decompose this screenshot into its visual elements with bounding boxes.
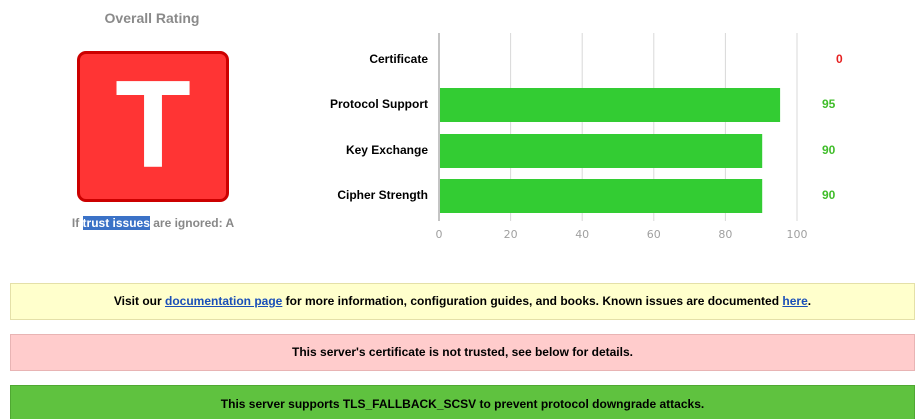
documentation-notice: Visit our documentation page for more in… [10,283,915,320]
score-value: 95 [822,97,836,111]
category-label: Certificate [369,52,428,66]
notice-prefix: Visit our [113,294,165,308]
x-axis-tick: 40 [575,228,590,241]
score-value: 0 [836,52,843,66]
score-value: 90 [822,188,836,202]
notice-middle: for more information, configuration guid… [282,294,783,308]
x-axis-tick: 0 [435,228,443,241]
score-bar [440,134,763,168]
score-bar [440,179,763,213]
category-label: Cipher Strength [337,188,428,202]
score-value: 90 [822,143,836,157]
category-label: Key Exchange [345,143,428,157]
known-issues-link[interactable]: here [782,294,807,308]
documentation-page-link[interactable]: documentation page [165,294,282,308]
score-chart [438,33,798,221]
x-axis-tick: 80 [718,228,733,241]
fallback-scsv-notice: This server supports TLS_FALLBACK_SCSV t… [10,385,915,419]
certificate-warning: This server's certificate is not trusted… [10,334,915,371]
score-bar [440,88,781,122]
notice-suffix: . [807,294,812,308]
x-axis-tick: 100 [786,228,808,241]
x-axis-tick: 60 [646,228,661,241]
category-label: Protocol Support [330,97,428,111]
x-axis-tick: 20 [503,228,518,241]
